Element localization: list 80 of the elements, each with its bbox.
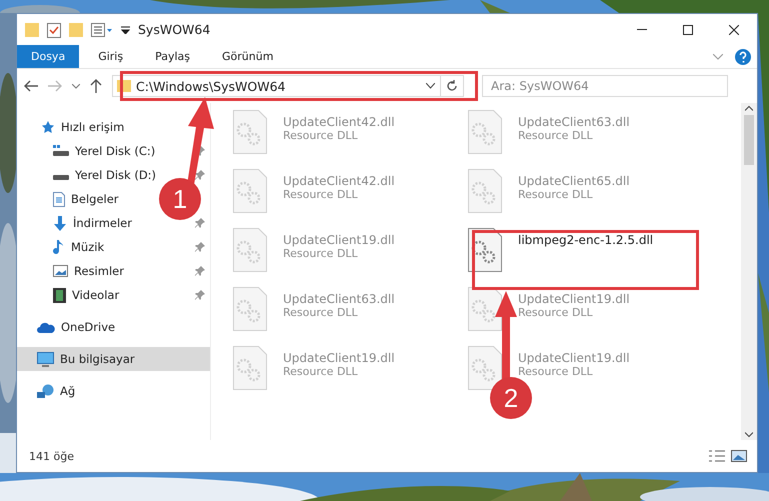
item-count: 141 öğe: [29, 450, 74, 462]
file-name: UpdateClient19.dll: [283, 351, 395, 365]
close-icon: [729, 24, 739, 34]
file-type: Resource DLL: [518, 188, 594, 201]
sidebar-item[interactable]: OneDrive: [17, 315, 120, 339]
file-name: UpdateClient42.dll: [283, 174, 395, 188]
ribbon-tab[interactable]: Görünüm: [209, 45, 286, 68]
sidebar-item[interactable]: Bu bilgisayar: [17, 347, 210, 371]
sidebar-item[interactable]: Yerel Disk (D:): [17, 163, 160, 187]
gear-file-icon: [233, 346, 267, 390]
file-type: Resource DLL: [518, 365, 594, 378]
sidebar-item[interactable]: Ağ: [17, 379, 80, 403]
network-icon: [37, 384, 54, 398]
details-view-icon[interactable]: [709, 450, 725, 462]
sidebar-item[interactable]: Hızlı erişim: [17, 115, 128, 139]
file-name: UpdateClient65.dll: [518, 174, 630, 188]
maximize-icon: [683, 24, 693, 34]
sidebar-item[interactable]: İndirmeler: [17, 211, 136, 235]
film-icon: [53, 288, 66, 302]
ribbon-tab[interactable]: Giriş: [85, 45, 136, 68]
sidebar-item[interactable]: Yerel Disk (C:): [17, 139, 160, 163]
gear-file-icon: [233, 228, 267, 272]
star-icon: [41, 120, 55, 134]
file-name: UpdateClient19.dll: [518, 292, 630, 306]
sidebar-item[interactable]: Müzik: [17, 235, 108, 259]
sidebar-item[interactable]: Videolar: [17, 283, 124, 307]
ribbon-tab[interactable]: Dosya: [17, 45, 80, 68]
back-arrow-icon: [24, 80, 38, 92]
pin-icon[interactable]: [195, 170, 205, 180]
file-name: libmpeg2-enc-1.2.5.dll: [518, 233, 654, 247]
download-icon: [53, 216, 67, 230]
gear-file-icon: [468, 169, 502, 213]
scroll-up-icon[interactable]: [745, 103, 753, 113]
checklist-icon[interactable]: [47, 22, 61, 38]
file-name: UpdateClient63.dll: [283, 292, 395, 306]
file-type: Resource DLL: [518, 129, 594, 142]
dropdown-icon[interactable]: [121, 26, 130, 34]
address-field[interactable]: C:\Windows\SysWOW64: [112, 75, 464, 97]
gear-file-icon: [468, 110, 502, 154]
file-type: Resource DLL: [283, 306, 359, 319]
help-icon[interactable]: [735, 48, 751, 64]
pin-icon[interactable]: [195, 218, 205, 228]
window-title: SysWOW64: [138, 22, 210, 37]
gear-file-icon: [468, 287, 502, 331]
gear-file-icon: [233, 287, 267, 331]
pin-icon[interactable]: [195, 290, 205, 300]
minimize-icon: [637, 28, 647, 30]
file-name: UpdateClient42.dll: [283, 115, 395, 129]
document-icon: [53, 192, 65, 206]
forward-arrow-icon: [48, 80, 62, 92]
file-type: Resource DLL: [283, 188, 359, 201]
file-name: UpdateClient63.dll: [518, 115, 630, 129]
cloud-icon: [37, 322, 55, 332]
music-note-icon: [53, 240, 65, 254]
file-type: Resource DLL: [283, 365, 359, 378]
pin-icon[interactable]: [195, 242, 205, 252]
file-name: UpdateClient19.dll: [518, 351, 630, 365]
gear-file-icon: [233, 169, 267, 213]
image-icon: [53, 265, 68, 277]
pin-icon[interactable]: [195, 266, 205, 276]
scroll-thumb[interactable]: [744, 115, 754, 165]
gear-file-icon: [233, 110, 267, 154]
large-icons-view-icon[interactable]: [731, 450, 747, 462]
file-type: Resource DLL: [518, 306, 594, 319]
ribbon-tab[interactable]: Paylaş: [142, 45, 203, 68]
chevron-down-icon[interactable]: [426, 83, 435, 89]
drive-icon: [53, 145, 69, 157]
sidebar-item[interactable]: Belgeler: [17, 187, 123, 211]
chevron-down-icon: [72, 84, 80, 88]
properties-icon[interactable]: [91, 22, 113, 36]
file-type: Resource DLL: [283, 247, 359, 260]
search-field[interactable]: Ara: SysWOW64: [482, 75, 728, 97]
sidebar-item[interactable]: Resimler: [17, 259, 128, 283]
monitor-icon: [37, 352, 54, 366]
scrollbar[interactable]: [741, 103, 757, 440]
file-name: UpdateClient19.dll: [283, 233, 395, 247]
scroll-down-icon[interactable]: [745, 430, 753, 440]
file-type: Resource DLL: [283, 129, 359, 142]
gear-file-icon: [468, 346, 502, 390]
up-arrow-icon: [90, 79, 102, 93]
